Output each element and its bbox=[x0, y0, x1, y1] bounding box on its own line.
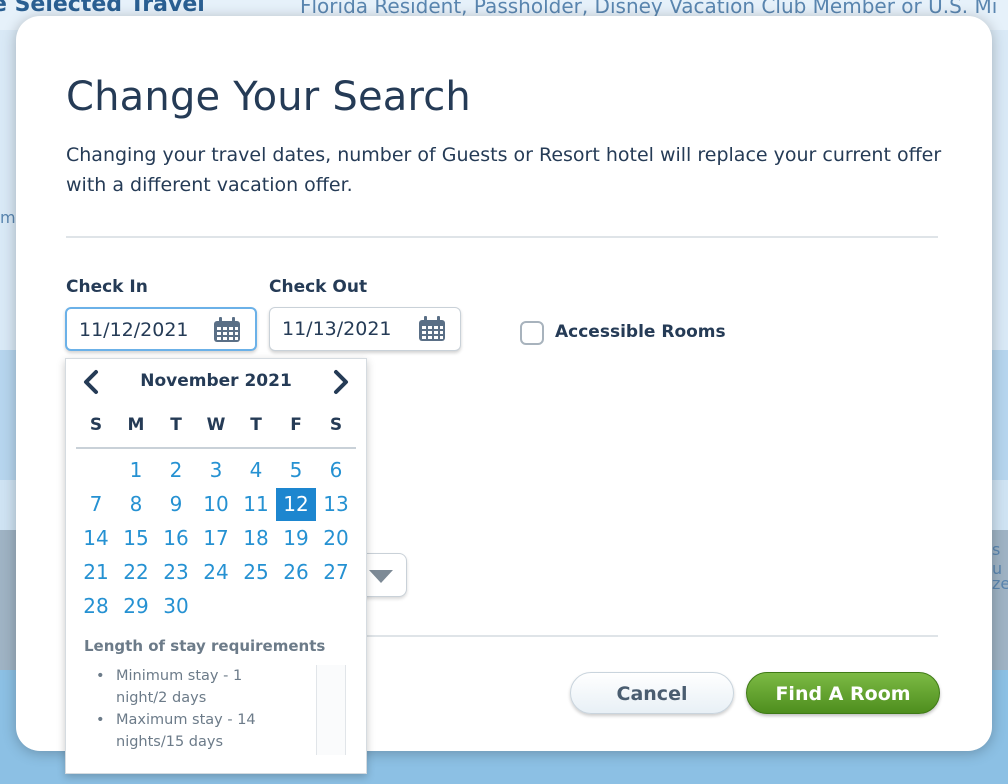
weekday-label: S bbox=[89, 415, 103, 435]
stay-requirements-title: Length of stay requirements bbox=[84, 637, 326, 655]
calendar-day[interactable]: 7 bbox=[76, 488, 116, 521]
calendar-day[interactable]: 6 bbox=[316, 454, 356, 487]
calendar-day[interactable]: 18 bbox=[236, 522, 276, 555]
weekday-label: T bbox=[250, 415, 262, 435]
calendar-day[interactable]: 17 bbox=[196, 522, 236, 555]
calendar-day[interactable]: 27 bbox=[316, 556, 356, 589]
calendar-day-selected[interactable]: 12 bbox=[276, 488, 316, 521]
calendar-day[interactable]: 20 bbox=[316, 522, 356, 555]
check-out-label: Check Out bbox=[269, 277, 368, 297]
calendar-day[interactable]: 10 bbox=[196, 488, 236, 521]
scrollbar[interactable] bbox=[316, 665, 346, 755]
calendar-day[interactable]: 26 bbox=[276, 556, 316, 589]
calendar-day[interactable]: 4 bbox=[236, 454, 276, 487]
check-in-value: 11/12/2021 bbox=[79, 319, 189, 341]
calendar-day[interactable]: 3 bbox=[196, 454, 236, 487]
calendar-day[interactable]: 30 bbox=[156, 590, 196, 623]
background-fragment: ze bbox=[992, 574, 1008, 593]
accessible-rooms-label[interactable]: Accessible Rooms bbox=[555, 322, 726, 342]
check-in-label: Check In bbox=[66, 277, 148, 297]
background-fragment: s u bbox=[992, 540, 1003, 578]
calendar-day[interactable]: 15 bbox=[116, 522, 156, 555]
weekday-label: T bbox=[170, 415, 182, 435]
accessible-rooms-checkbox[interactable] bbox=[520, 321, 544, 345]
chevron-down-icon bbox=[369, 570, 393, 583]
check-in-input[interactable]: 11/12/2021 bbox=[65, 307, 257, 351]
calendar-day[interactable]: 13 bbox=[316, 488, 356, 521]
check-out-input[interactable]: 11/13/2021 bbox=[269, 307, 461, 351]
divider bbox=[66, 236, 938, 238]
modal-intro-text: Changing your travel dates, number of Gu… bbox=[66, 144, 942, 196]
weekday-label: F bbox=[290, 415, 302, 435]
calendar-day[interactable]: 25 bbox=[236, 556, 276, 589]
calendar-day[interactable]: 22 bbox=[116, 556, 156, 589]
weekday-label: M bbox=[127, 415, 145, 435]
calendar-day[interactable]: 8 bbox=[116, 488, 156, 521]
calendar-day[interactable]: 9 bbox=[156, 488, 196, 521]
date-picker-popup: November 2021 SMTWTFS 1 2 3 4 5 6 7 8 9 10 11 12 13 1… bbox=[65, 358, 367, 774]
stay-requirements-list: • Minimum stay - 1 night/2 days • Maximum … bbox=[96, 665, 296, 753]
list-item: • Maximum stay - 14 nights/15 days bbox=[96, 712, 256, 750]
calendar-day[interactable]: 14 bbox=[76, 522, 116, 555]
chevron-right-icon[interactable] bbox=[328, 369, 352, 395]
cancel-button[interactable]: Cancel bbox=[570, 672, 734, 714]
calendar-day[interactable]: 11 bbox=[236, 488, 276, 521]
calendar-day[interactable]: 5 bbox=[276, 454, 316, 487]
calendar-day[interactable]: 1 bbox=[116, 454, 156, 487]
calendar-icon[interactable] bbox=[213, 317, 241, 343]
calendar-icon[interactable] bbox=[418, 316, 446, 342]
modal-title: Change Your Search bbox=[66, 74, 471, 120]
calendar-day[interactable]: 21 bbox=[76, 556, 116, 589]
calendar-day[interactable]: 19 bbox=[276, 522, 316, 555]
calendar-day[interactable]: 2 bbox=[156, 454, 196, 487]
calendar-month-title: November 2021 bbox=[140, 371, 292, 391]
background-title: e Selected Travel bbox=[0, 0, 205, 17]
list-item: • Minimum stay - 1 night/2 days bbox=[96, 668, 243, 706]
calendar-day[interactable]: 16 bbox=[156, 522, 196, 555]
calendar-divider bbox=[76, 447, 356, 449]
calendar-day[interactable]: 23 bbox=[156, 556, 196, 589]
background-fragment: m bbox=[0, 208, 16, 227]
find-a-room-button[interactable]: Find A Room bbox=[746, 672, 940, 714]
calendar-day[interactable]: 24 bbox=[196, 556, 236, 589]
check-out-value: 11/13/2021 bbox=[282, 318, 392, 340]
calendar-day[interactable]: 29 bbox=[116, 590, 156, 623]
weekday-label: W bbox=[206, 415, 226, 435]
weekday-label: S bbox=[329, 415, 343, 435]
calendar-day[interactable]: 28 bbox=[76, 590, 116, 623]
